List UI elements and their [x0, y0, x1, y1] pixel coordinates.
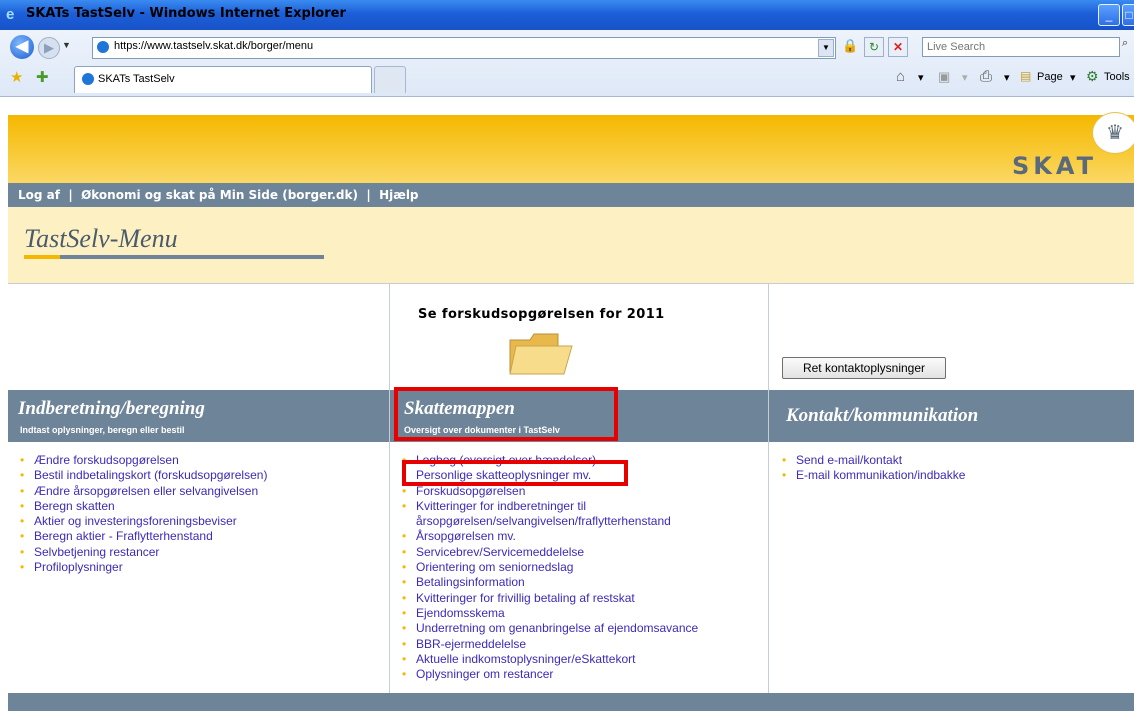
forward-button[interactable]: ▶	[38, 37, 60, 59]
list-item[interactable]: Kvitteringer for frivillig betaling af r…	[402, 591, 698, 607]
divider	[8, 283, 1134, 284]
section-title-left: Indberetning/beregning	[18, 398, 205, 419]
highlight-box-skattemappen	[394, 387, 618, 441]
section-subtitle-left: Indtast oplysninger, beregn eller bestil	[20, 425, 185, 435]
stop-button[interactable]: ✕	[888, 37, 908, 57]
column-divider	[389, 283, 390, 693]
title-underline-accent	[24, 255, 60, 259]
lock-icon[interactable]: 🔒	[842, 38, 858, 54]
list-item[interactable]: E-mail kommunikation/indbakke	[782, 468, 965, 484]
list-item[interactable]: Send e-mail/kontakt	[782, 453, 965, 469]
list-item[interactable]: Underretning om genanbringelse af ejendo…	[402, 621, 698, 637]
forskud-link[interactable]: Se forskudsopgørelsen for 2011	[418, 307, 665, 322]
list-item[interactable]: Aktuelle indkomstoplysninger/eSkattekort	[402, 652, 698, 668]
address-url[interactable]: https://www.tastselv.skat.dk/borger/menu	[114, 40, 313, 52]
search-input[interactable]	[922, 37, 1120, 57]
new-tab-button[interactable]	[374, 66, 406, 93]
list-item[interactable]: Beregn skatten	[20, 499, 267, 515]
site-nav-links[interactable]: Log af | Økonomi og skat på Min Side (bo…	[18, 188, 419, 202]
folder-icon[interactable]	[506, 328, 574, 378]
link-list-middle: Logbog (oversigt over hændelser) Personl…	[402, 453, 698, 683]
list-item[interactable]: Oplysninger om restancer	[402, 667, 698, 683]
maximize-button[interactable]: □	[1122, 4, 1134, 26]
favorites-star-icon[interactable]: ★	[10, 68, 23, 86]
skat-logo: SKAT	[1012, 152, 1097, 180]
list-item[interactable]: Selvbetjening restancer	[20, 545, 267, 561]
back-button[interactable]: ◀	[10, 35, 34, 59]
page-title: TastSelv-Menu	[24, 224, 178, 253]
address-dropdown-icon[interactable]: ▼	[818, 39, 834, 57]
list-item[interactable]: Ændre årsopgørelsen eller selvangivelsen	[20, 484, 267, 500]
link-list-left: Ændre forskudsopgørelsen Bestil indbetal…	[20, 453, 267, 576]
list-item[interactable]: BBR-ejermeddelelse	[402, 637, 698, 653]
print-icon[interactable]: ⎙	[980, 68, 992, 85]
minimize-button[interactable]: _	[1098, 4, 1120, 26]
list-item[interactable]: Aktier og investeringsforeningsbeviser	[20, 514, 267, 530]
window-title: SKATs TastSelv - Windows Internet Explor…	[26, 6, 346, 21]
list-item[interactable]: Betalingsinformation	[402, 575, 698, 591]
tools-menu[interactable]: Tools	[1104, 71, 1130, 83]
page-favicon-icon	[97, 41, 109, 53]
crown-logo-icon: ♛	[1092, 112, 1134, 154]
section-title-right: Kontakt/kommunikation	[786, 405, 979, 426]
gear-icon: ⚙	[1086, 68, 1099, 84]
list-item[interactable]: Orientering om seniornedslag	[402, 560, 698, 576]
feeds-dropdown-icon[interactable]: ▾	[962, 71, 968, 84]
column-divider	[768, 283, 769, 693]
edit-contact-button[interactable]: Ret kontaktoplysninger	[782, 357, 946, 379]
recent-pages-dropdown-icon[interactable]: ▼	[62, 40, 71, 50]
highlight-box-personlige	[402, 460, 628, 486]
list-item[interactable]: Servicebrev/Servicemeddelelse	[402, 545, 698, 561]
list-item[interactable]: Ejendomsskema	[402, 606, 698, 622]
tab-label[interactable]: SKATs TastSelv	[98, 73, 175, 85]
site-banner	[8, 115, 1134, 183]
page-menu-icon: ▤	[1020, 69, 1032, 83]
refresh-button[interactable]: ↻	[864, 37, 884, 57]
feeds-icon[interactable]: ▣	[938, 69, 950, 85]
list-item[interactable]: Årsopgørelsen mv.	[402, 529, 698, 545]
footer-bar	[8, 693, 1134, 711]
search-icon[interactable]: ⌕	[1122, 37, 1134, 57]
list-item[interactable]: Bestil indbetalingskort (forskudsopgørel…	[20, 468, 267, 484]
title-underline	[60, 255, 324, 259]
print-dropdown-icon[interactable]: ▾	[1004, 71, 1010, 84]
home-icon[interactable]: ⌂	[896, 68, 905, 85]
list-item[interactable]: Ændre forskudsopgørelsen	[20, 453, 267, 469]
list-item[interactable]: Kvitteringer for indberetninger til	[402, 499, 698, 515]
list-item-continuation[interactable]: årsopgørelsen/selvangivelsen/fraflytterh…	[402, 514, 698, 529]
add-favorites-icon[interactable]: ✚	[36, 68, 49, 86]
list-item[interactable]: Profiloplysninger	[20, 560, 267, 576]
link-list-right: Send e-mail/kontakt E-mail kommunikation…	[782, 453, 965, 484]
page-menu[interactable]: Page	[1037, 71, 1063, 83]
ie-logo-icon: e	[6, 6, 15, 23]
tab-favicon-icon	[82, 73, 94, 85]
list-item[interactable]: Beregn aktier - Fraflytterhenstand	[20, 529, 267, 545]
page-dropdown-icon[interactable]: ▾	[1070, 71, 1076, 84]
home-dropdown-icon[interactable]: ▾	[918, 71, 924, 84]
